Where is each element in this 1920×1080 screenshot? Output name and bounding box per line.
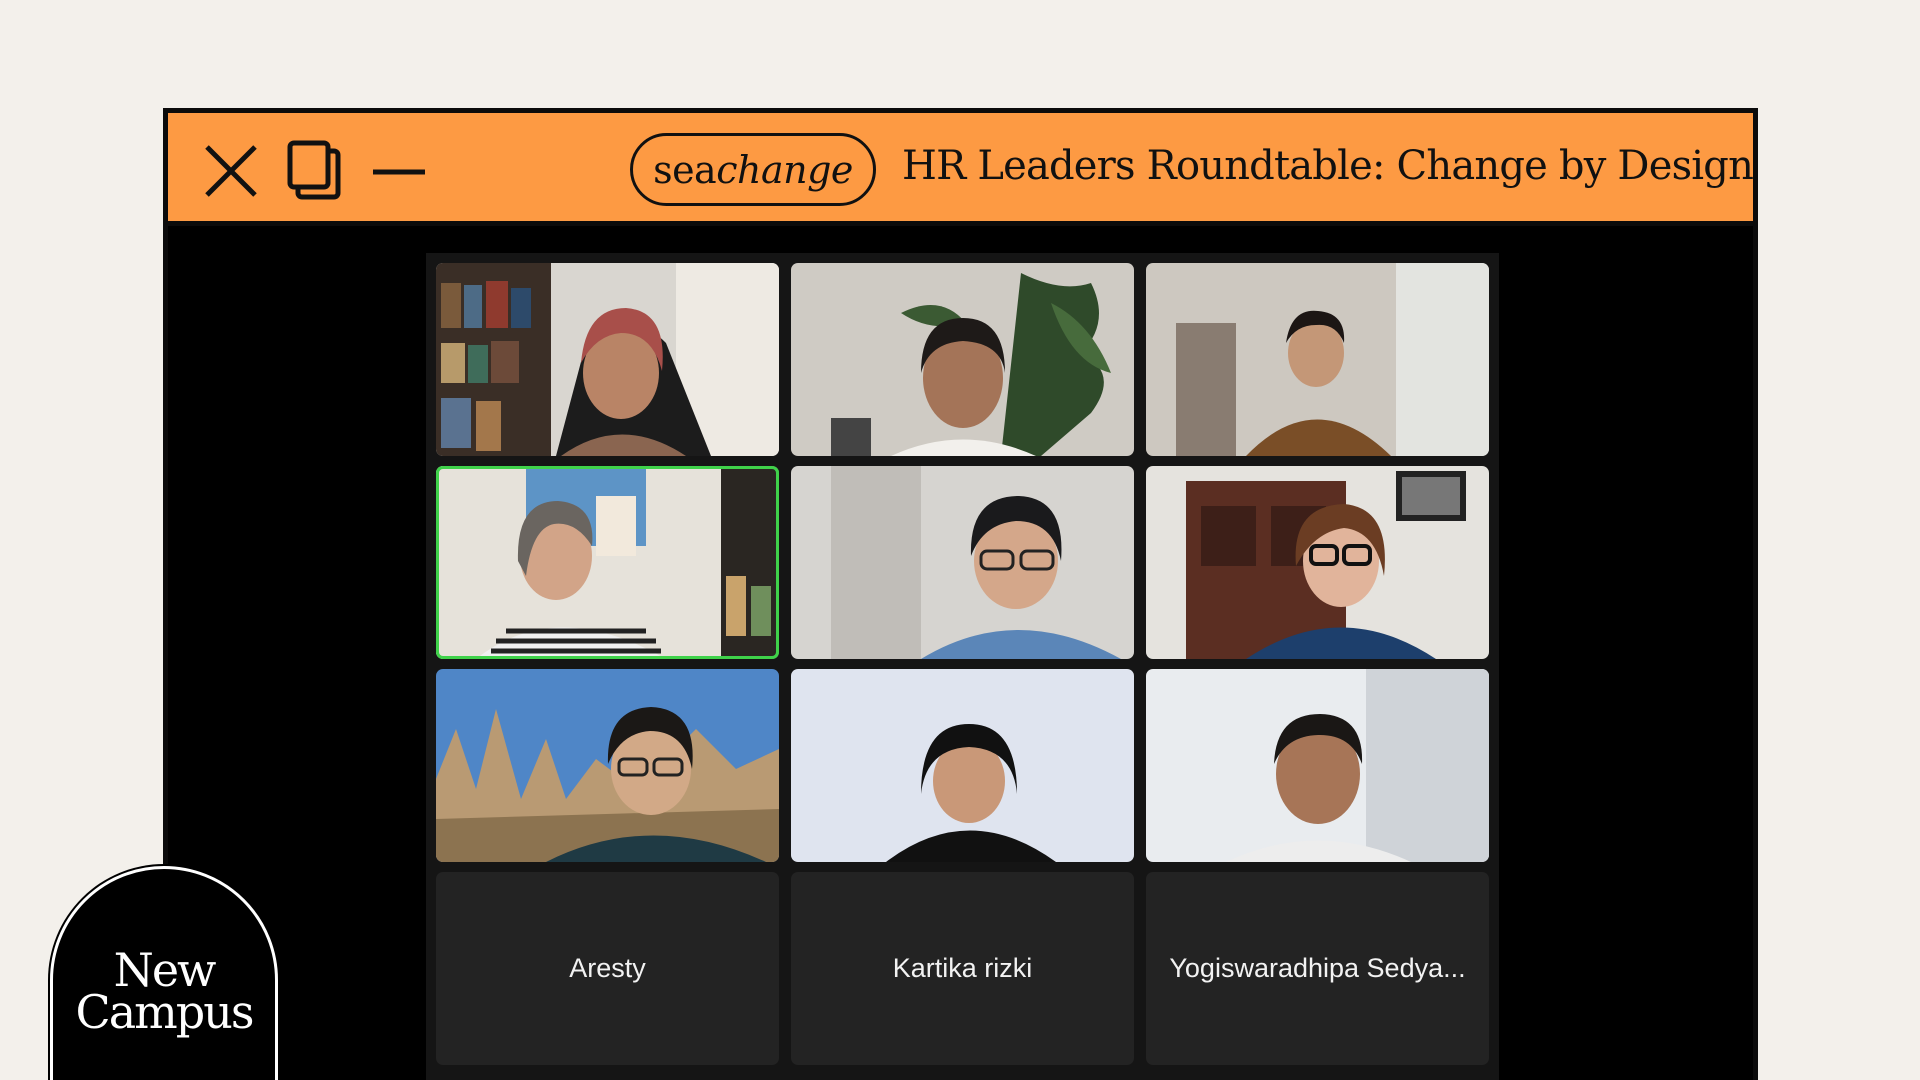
participant-video	[436, 263, 779, 456]
meeting-window: sea change HR Leaders Roundtable: Change …	[163, 108, 1758, 1080]
participant-video-tile[interactable]	[1146, 669, 1489, 862]
participant-name: Yogiswaradhipa Sedya...	[1169, 953, 1466, 983]
seachange-logo: sea change	[630, 133, 876, 206]
logo-text: New Campus	[53, 947, 275, 1039]
participant-name-tile[interactable]: Kartika rizki	[791, 872, 1134, 1065]
new-campus-logo: New Campus	[50, 866, 278, 1080]
title-bar: sea change HR Leaders Roundtable: Change …	[168, 113, 1754, 226]
participant-name-tile[interactable]: Aresty	[436, 872, 779, 1065]
participant-video	[1146, 466, 1489, 659]
participant-video-tile[interactable]	[791, 466, 1134, 659]
participant-name-tile[interactable]: Yogiswaradhipa Sedya...	[1146, 872, 1489, 1065]
brand-part-2: change	[716, 147, 853, 192]
brand-part-1: sea	[653, 147, 717, 192]
video-grid: Aresty Kartika rizki Yogiswaradhipa Sedy…	[426, 253, 1499, 1080]
restore-window-icon[interactable]	[286, 139, 342, 201]
participant-video-tile[interactable]	[1146, 263, 1489, 456]
participant-video-tile[interactable]	[436, 669, 779, 862]
meeting-title: HR Leaders Roundtable: Change by Design	[902, 143, 1754, 189]
logo-line-2: Campus	[75, 985, 255, 1039]
close-icon[interactable]	[203, 143, 259, 199]
minimize-icon[interactable]	[371, 143, 427, 199]
participant-video	[436, 669, 779, 862]
participant-video	[791, 466, 1134, 659]
participant-video	[1146, 669, 1489, 862]
participant-video	[791, 263, 1134, 456]
participant-video-tile[interactable]	[1146, 466, 1489, 659]
participant-name: Aresty	[569, 953, 646, 983]
participant-video	[791, 669, 1134, 862]
participant-name: Kartika rizki	[892, 953, 1033, 983]
participant-video-tile[interactable]	[436, 263, 779, 456]
participant-video-tile[interactable]	[791, 263, 1134, 456]
participant-video-tile-active-speaker[interactable]	[436, 466, 779, 659]
participant-video-tile[interactable]	[791, 669, 1134, 862]
participant-video	[1146, 263, 1489, 456]
participant-video	[436, 466, 779, 659]
